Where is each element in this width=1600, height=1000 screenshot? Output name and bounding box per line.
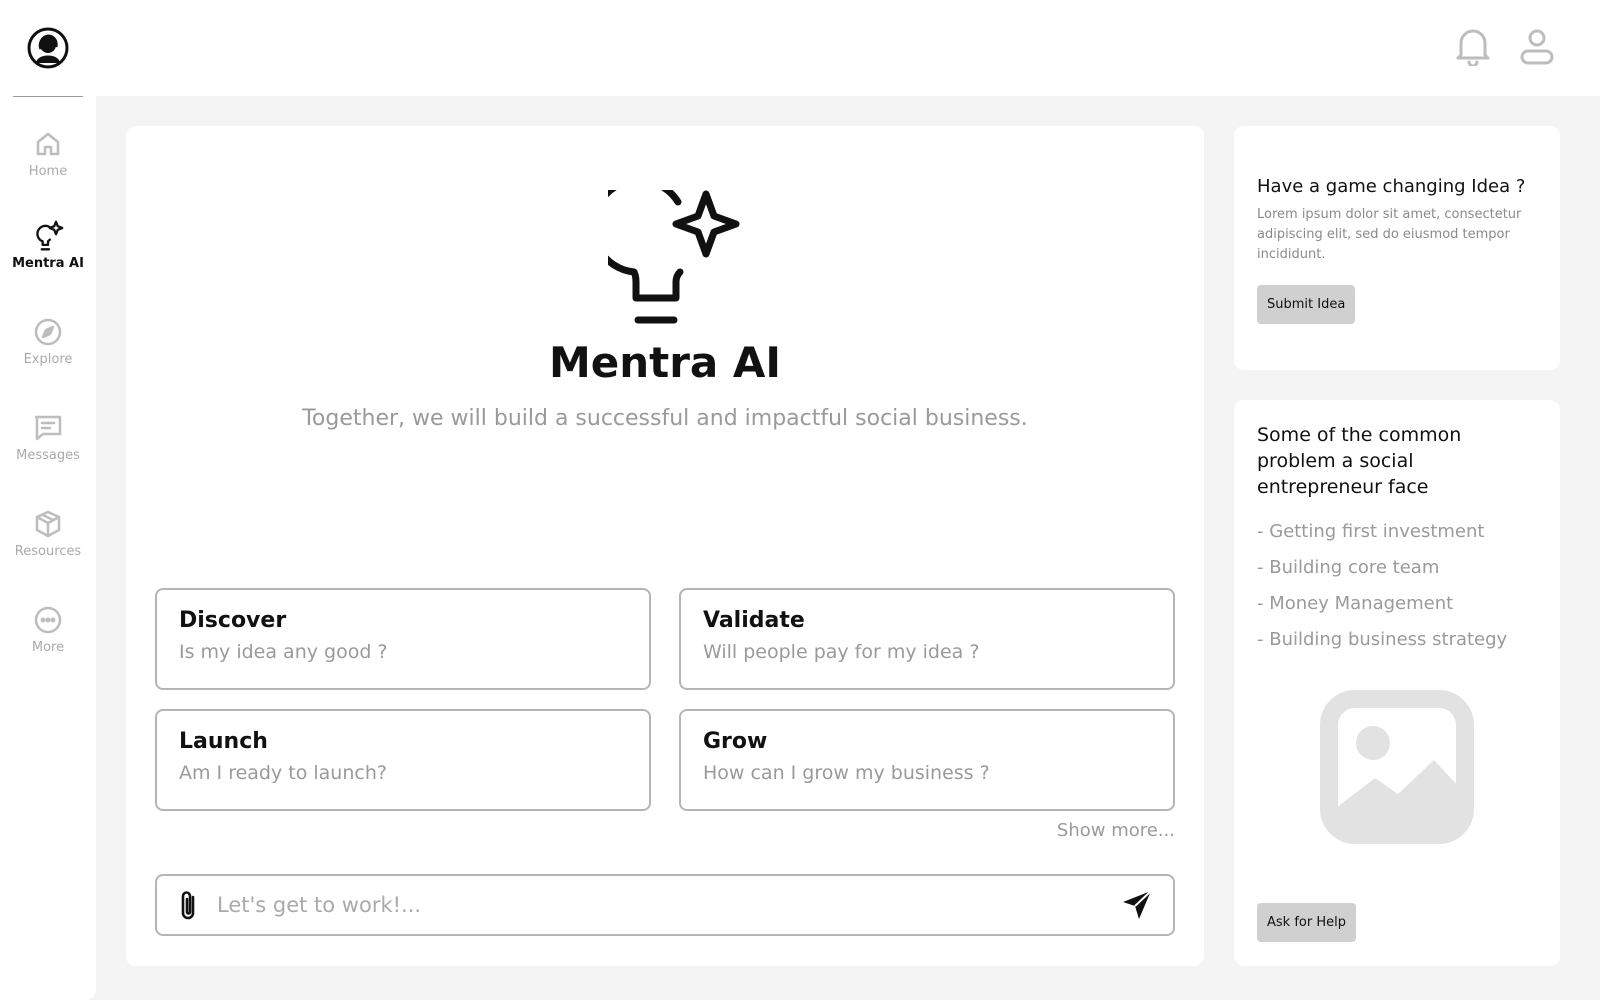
sidebar-item-home[interactable]: Home xyxy=(0,128,96,208)
prompt-card-title: Validate xyxy=(703,608,805,633)
idea-panel-heading: Have a game changing Idea ? xyxy=(1257,176,1526,197)
paperclip-icon[interactable] xyxy=(175,889,203,921)
problem-list: - Getting first investment - Building co… xyxy=(1257,520,1538,664)
lightbulb-sparkle-icon xyxy=(589,176,748,326)
lightbulb-sparkle-icon xyxy=(32,220,64,252)
chat-input-bar xyxy=(155,874,1175,936)
ask-for-help-button[interactable]: Ask for Help xyxy=(1257,903,1356,942)
sidebar-item-resources[interactable]: Resources xyxy=(0,508,96,588)
chat-input[interactable] xyxy=(217,893,1119,917)
top-bar xyxy=(0,0,1600,96)
prompt-card-discover[interactable]: Discover Is my idea any good ? xyxy=(155,588,651,690)
sidebar-item-label: Home xyxy=(28,164,68,179)
sidebar-item-label: Mentra AI xyxy=(12,256,84,271)
sidebar-divider xyxy=(13,96,83,97)
problems-panel: Some of the common problem a social entr… xyxy=(1234,400,1560,966)
prompt-card-subtitle: How can I grow my business ? xyxy=(703,762,990,784)
problems-panel-heading: Some of the common problem a social entr… xyxy=(1257,424,1462,498)
prompt-card-title: Discover xyxy=(179,608,287,633)
home-icon xyxy=(32,128,64,160)
idea-panel-body: Lorem ipsum dolor sit amet, consectetur … xyxy=(1257,207,1522,262)
image-placeholder-icon xyxy=(1320,690,1474,844)
submit-idea-button[interactable]: Submit Idea xyxy=(1257,285,1356,324)
sidebar-item-mentra-ai[interactable]: Mentra AI xyxy=(0,220,96,300)
problem-list-item: - Getting first investment xyxy=(1257,521,1485,542)
more-icon xyxy=(32,604,64,636)
page-subtitle: Together, we will build a successful and… xyxy=(302,406,1028,431)
profile-logo-icon[interactable] xyxy=(27,27,69,69)
user-icon[interactable] xyxy=(1515,24,1559,68)
sidebar-item-label: More xyxy=(31,640,65,655)
prompt-card-subtitle: Is my idea any good ? xyxy=(179,641,388,663)
bell-icon[interactable] xyxy=(1451,24,1495,68)
main-panel: Mentra AI Together, we will build a succ… xyxy=(126,126,1204,966)
sidebar-item-label: Messages xyxy=(16,448,80,463)
problem-list-item: - Money Management xyxy=(1257,593,1454,614)
prompt-card-grow[interactable]: Grow How can I grow my business ? xyxy=(679,709,1175,811)
problem-list-item: - Building business strategy xyxy=(1257,629,1508,650)
sidebar: Home Mentra AI Explore Messages Resource… xyxy=(0,96,96,1000)
show-more-link[interactable]: Show more... xyxy=(1057,820,1175,841)
prompt-card-launch[interactable]: Launch Am I ready to launch? xyxy=(155,709,651,811)
send-icon[interactable] xyxy=(1119,887,1155,923)
sidebar-item-explore[interactable]: Explore xyxy=(0,316,96,396)
sidebar-item-label: Explore xyxy=(23,352,73,367)
page-title: Mentra AI xyxy=(548,338,782,387)
idea-panel: Have a game changing Idea ? Lorem ipsum … xyxy=(1234,126,1560,370)
prompt-card-title: Grow xyxy=(703,729,768,754)
cube-icon xyxy=(32,508,64,540)
message-icon xyxy=(32,412,64,444)
problem-list-item: - Building core team xyxy=(1257,557,1440,578)
sidebar-item-more[interactable]: More xyxy=(0,604,96,684)
prompt-card-subtitle: Am I ready to launch? xyxy=(179,762,387,784)
prompt-card-validate[interactable]: Validate Will people pay for my idea ? xyxy=(679,588,1175,690)
sidebar-item-label: Resources xyxy=(14,544,82,559)
sidebar-item-messages[interactable]: Messages xyxy=(0,412,96,492)
compass-icon xyxy=(32,316,64,348)
prompt-card-title: Launch xyxy=(179,729,268,754)
prompt-card-subtitle: Will people pay for my idea ? xyxy=(703,641,980,663)
